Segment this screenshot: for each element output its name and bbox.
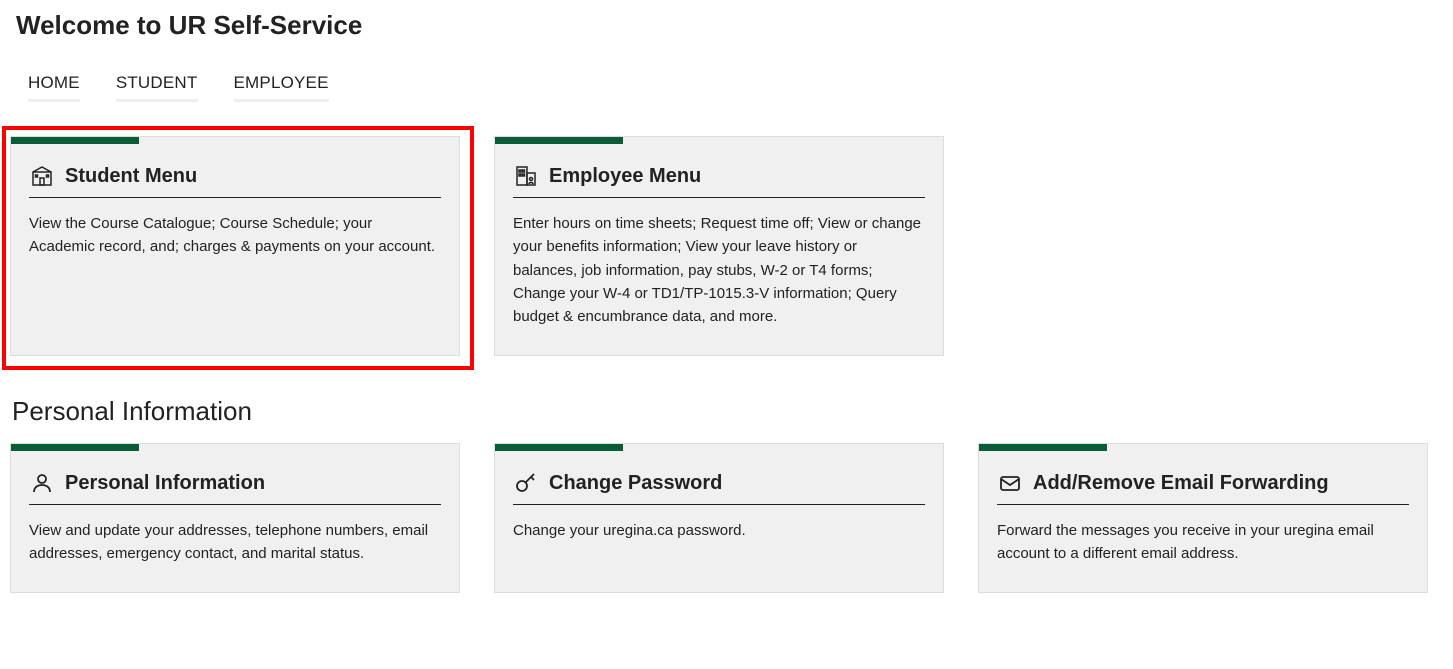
tab-employee[interactable]: EMPLOYEE [234, 73, 329, 102]
card-student-menu-wrapper: Student Menu View the Course Catalogue; … [10, 136, 460, 356]
card-title: Personal Information [65, 472, 265, 495]
card-desc: Change your uregina.ca password. [513, 519, 925, 542]
card-personal-info-wrapper: Personal Information View and update you… [10, 443, 460, 593]
card-desc: Enter hours on time sheets; Request time… [513, 212, 925, 328]
office-building-icon [513, 163, 539, 189]
tab-student[interactable]: STUDENT [116, 73, 198, 102]
card-student-menu[interactable]: Student Menu View the Course Catalogue; … [10, 136, 460, 356]
card-accent [11, 444, 139, 451]
card-accent [979, 444, 1107, 451]
card-employee-menu[interactable]: Employee Menu Enter hours on time sheets… [494, 136, 944, 356]
card-email-forwarding-wrapper: Add/Remove Email Forwarding Forward the … [978, 443, 1428, 593]
envelope-icon [997, 470, 1023, 496]
card-accent [11, 137, 139, 144]
card-desc: Forward the messages you receive in your… [997, 519, 1409, 566]
person-icon [29, 470, 55, 496]
card-personal-info[interactable]: Personal Information View and update you… [10, 443, 460, 593]
tab-nav: HOME STUDENT EMPLOYEE [10, 73, 1443, 102]
card-desc: View and update your addresses, telephon… [29, 519, 441, 566]
card-email-forwarding[interactable]: Add/Remove Email Forwarding Forward the … [978, 443, 1428, 593]
page-title: Welcome to UR Self-Service [10, 10, 1443, 41]
card-title: Change Password [549, 472, 722, 495]
card-title: Employee Menu [549, 165, 701, 188]
card-employee-menu-wrapper: Employee Menu Enter hours on time sheets… [494, 136, 944, 356]
section-title-personal: Personal Information [10, 396, 1443, 427]
card-change-password[interactable]: Change Password Change your uregina.ca p… [494, 443, 944, 593]
card-change-password-wrapper: Change Password Change your uregina.ca p… [494, 443, 944, 593]
tab-home[interactable]: HOME [28, 73, 80, 102]
card-accent [495, 444, 623, 451]
card-title: Add/Remove Email Forwarding [1033, 472, 1329, 495]
key-icon [513, 470, 539, 496]
card-accent [495, 137, 623, 144]
card-title: Student Menu [65, 165, 197, 188]
top-card-row: Student Menu View the Course Catalogue; … [10, 136, 1443, 356]
bottom-card-row: Personal Information View and update you… [10, 443, 1443, 593]
school-building-icon [29, 163, 55, 189]
card-desc: View the Course Catalogue; Course Schedu… [29, 212, 441, 259]
